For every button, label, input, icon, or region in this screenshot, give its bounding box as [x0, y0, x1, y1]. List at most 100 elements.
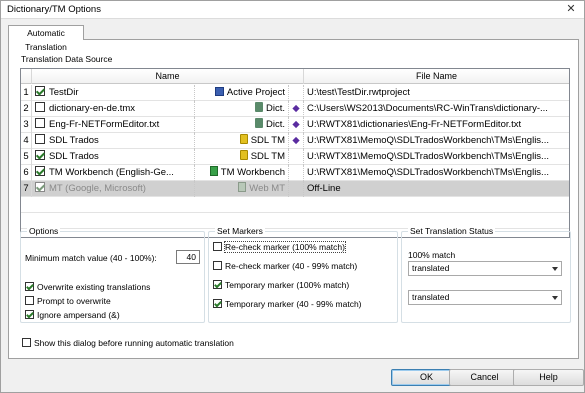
match100-select[interactable]: translated [408, 261, 562, 276]
row-checkbox[interactable] [35, 182, 45, 192]
row-checkbox[interactable] [35, 134, 45, 144]
row-file-name: Off-Line [307, 183, 341, 194]
row-name: TestDir [49, 87, 79, 98]
ignore-ampersand-option[interactable]: Ignore ampersand (&) [25, 310, 120, 320]
cancel-button[interactable]: Cancel [449, 369, 520, 386]
table-row[interactable]: 7 MT (Google, Microsoft) Web MT Off-Line [21, 181, 569, 197]
row-name: Eng-Fr-NETFormEditor.txt [49, 119, 160, 130]
project-icon [214, 87, 224, 96]
row-type-cell: SDL TM [195, 133, 289, 149]
row-type-cell: SDL TM [195, 149, 289, 165]
dictionary-icon [255, 118, 263, 128]
web-mt-icon [238, 182, 247, 192]
row-checkbox[interactable] [35, 118, 45, 128]
data-source-label: Translation Data Source [21, 54, 113, 64]
row-type: TM Workbench [220, 167, 285, 178]
row-number: 1 [21, 85, 32, 101]
marker-checkbox[interactable] [213, 242, 222, 251]
row-type: SDL TM [250, 135, 285, 146]
set-markers-title: Set Markers [215, 226, 265, 236]
marker-checkbox[interactable] [213, 261, 222, 270]
min-match-input[interactable]: 40 [176, 250, 200, 264]
row-name-cell: SDL Trados [32, 149, 195, 165]
tm-icon [239, 150, 248, 160]
match-other-select[interactable]: translated [408, 290, 562, 305]
empty-row [21, 197, 569, 213]
tm-icon [239, 134, 248, 144]
row-name-cell: dictionary-en-de.tmx [32, 101, 195, 117]
overwrite-option[interactable]: Overwrite existing translations [25, 282, 150, 292]
marker-option[interactable]: Temporary marker (100% match) [213, 280, 349, 290]
ignore-ampersand-checkbox[interactable] [25, 310, 34, 319]
table-row[interactable]: 5 SDL Trados SDL TM U:\RWTX81\MemoQ\SDLTrad… [21, 149, 569, 165]
row-name-cell: MT (Google, Microsoft) [32, 181, 195, 197]
tab-automatic-translation[interactable]: Automatic Translation [8, 25, 84, 52]
set-markers-group: Set Markers Re-check marker (100% match)… [208, 226, 398, 323]
ignore-ampersand-label: Ignore ampersand (&) [37, 310, 120, 320]
dialog-window: Dictionary/TM Options ✕ Automatic Transl… [0, 0, 585, 393]
header-file-name[interactable]: File Name [304, 69, 569, 84]
min-match-label: Minimum match value (40 - 100%): [25, 253, 157, 263]
row-file-name: U:\RWTX81\MemoQ\SDLTradosWorkbench\TMs\E… [307, 167, 549, 178]
header-name[interactable]: Name [32, 69, 304, 84]
row-file-name: U:\test\TestDir.rwtproject [307, 87, 410, 98]
empty-cell [289, 149, 304, 165]
options-title: Options [27, 226, 61, 236]
options-group: Options Minimum match value (40 - 100%):… [20, 226, 205, 323]
help-button[interactable]: Help [513, 369, 584, 386]
header-rownum [21, 69, 32, 84]
row-type-cell: TM Workbench [195, 165, 289, 181]
link-arrow-icon: ◆ [289, 101, 304, 117]
table-row[interactable]: 2 dictionary-en-de.tmx Dict. ◆ C:\Users\WS20… [21, 101, 569, 117]
marker-label: Re-check marker (40 - 99% match) [225, 261, 358, 271]
match100-value: translated [412, 263, 450, 273]
marker-label: Temporary marker (100% match) [225, 280, 350, 290]
table-row[interactable]: 6 TM Workbench (English-Ge... TM Workbench… [21, 165, 569, 181]
overwrite-checkbox[interactable] [25, 282, 34, 291]
prompt-checkbox[interactable] [25, 296, 34, 305]
row-file-name: U:\RWTX81\MemoQ\SDLTradosWorkbench\TMs\E… [307, 151, 549, 162]
row-checkbox[interactable] [35, 102, 45, 112]
chevron-down-icon [552, 267, 558, 271]
workbench-icon [209, 166, 218, 176]
row-type-cell: Dict. [195, 101, 289, 117]
table-row[interactable]: 4 SDL Trados SDL TM ◆ U:\RWTX81\MemoQ\SDLTra… [21, 133, 569, 149]
table-row[interactable]: 1 TestDir Active Project U:\test\TestDir.rw… [21, 85, 569, 101]
row-name: TM Workbench (English-Ge... [49, 167, 174, 178]
row-checkbox[interactable] [35, 166, 45, 176]
show-dialog-label: Show this dialog before running automati… [34, 338, 234, 348]
row-number: 4 [21, 133, 32, 149]
table-row[interactable]: 3 Eng-Fr-NETFormEditor.txt Dict. ◆ U:\RWTX81… [21, 117, 569, 133]
marker-label: Temporary marker (40 - 99% match) [225, 299, 362, 309]
row-type: Active Project [226, 87, 285, 98]
row-name-cell: TestDir [32, 85, 195, 101]
data-source-grid: Name File Name 1 TestDir Active Project U:\… [20, 68, 570, 238]
row-type: SDL TM [250, 151, 285, 162]
translation-status-title: Set Translation Status [408, 226, 496, 236]
marker-option[interactable]: Re-check marker (40 - 99% match) [213, 261, 357, 271]
row-type-cell: Active Project [195, 85, 289, 101]
marker-checkbox[interactable] [213, 299, 222, 308]
row-name-cell: TM Workbench (English-Ge... [32, 165, 195, 181]
marker-option[interactable]: Re-check marker (100% match) [213, 241, 346, 253]
prompt-option[interactable]: Prompt to overwrite [25, 296, 111, 306]
row-type: Web MT [249, 183, 285, 194]
row-file-name: U:\RWTX81\dictionaries\Eng-Fr-NETFormEdi… [307, 119, 522, 130]
empty-cell [289, 181, 304, 197]
row-checkbox[interactable] [35, 150, 45, 160]
show-dialog-checkbox[interactable] [22, 338, 31, 347]
link-arrow-icon: ◆ [289, 133, 304, 149]
match100-label: 100% match [408, 250, 456, 260]
title-bar: Dictionary/TM Options ✕ [1, 1, 584, 19]
prompt-label: Prompt to overwrite [37, 296, 111, 306]
row-type: Dict. [266, 103, 285, 114]
marker-option[interactable]: Temporary marker (40 - 99% match) [213, 299, 362, 309]
close-icon[interactable]: ✕ [562, 3, 580, 16]
marker-checkbox[interactable] [213, 280, 222, 289]
marker-label: Re-check marker (100% match) [224, 241, 346, 253]
show-dialog-option[interactable]: Show this dialog before running automati… [22, 338, 234, 348]
row-number: 6 [21, 165, 32, 181]
row-name-cell: SDL Trados [32, 133, 195, 149]
row-checkbox[interactable] [35, 86, 45, 96]
translation-status-group: Set Translation Status 100% match transl… [401, 226, 571, 323]
